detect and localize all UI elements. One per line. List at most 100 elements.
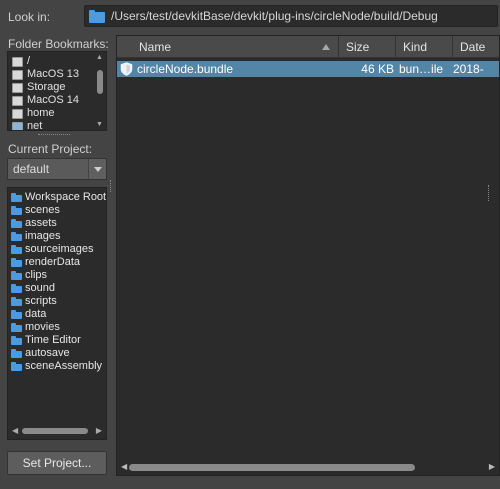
file-list-view[interactable]: Name Size Kind Date circleNode.bundle 46… [116, 35, 500, 476]
bookmark-label: home [27, 107, 55, 119]
folder-label: movies [25, 321, 60, 333]
folder-label: scripts [25, 295, 57, 307]
column-header-kind[interactable]: Kind [396, 36, 453, 58]
folder-icon [89, 9, 105, 23]
bookmark-label: net [27, 120, 43, 131]
folder-item-scenes[interactable]: scenes [8, 204, 106, 217]
set-project-button[interactable]: Set Project... [7, 451, 107, 475]
column-header-label: Size [346, 40, 370, 54]
drive-icon [12, 69, 23, 80]
column-header-label: Name [139, 40, 172, 54]
folder-label: renderData [25, 256, 81, 268]
folder-item-images[interactable]: images [8, 230, 106, 243]
folder-icon [11, 219, 22, 228]
folder-label: images [25, 230, 61, 242]
scrollbar-thumb[interactable] [97, 70, 103, 94]
folder-item-assets[interactable]: assets [8, 217, 106, 230]
file-name-cell: circleNode.bundle [137, 62, 234, 76]
folder-icon [11, 245, 22, 254]
column-header-name[interactable]: Name [117, 36, 339, 58]
folder-label: assets [25, 217, 57, 229]
bookmark-label: MacOS 14 [27, 94, 79, 106]
scroll-up-arrow-icon[interactable]: ▲ [96, 54, 103, 61]
bookmark-item-macos14[interactable]: MacOS 14 [8, 94, 106, 107]
folder-icon [11, 258, 22, 267]
folder-label: data [25, 308, 47, 320]
folder-icon [11, 362, 22, 371]
column-header-size[interactable]: Size [339, 36, 396, 58]
column-header-date[interactable]: Date [453, 36, 499, 58]
column-header-label: Date [460, 40, 486, 54]
scroll-left-arrow-icon[interactable]: ◀ [12, 426, 18, 435]
bookmark-item-home[interactable]: home [8, 107, 106, 120]
file-date-cell: 2018- [453, 62, 484, 76]
bookmark-item-macos13[interactable]: MacOS 13 [8, 68, 106, 81]
folder-item-renderdata[interactable]: renderData [8, 256, 106, 269]
chevron-down-icon [93, 166, 102, 172]
look-in-path-field[interactable]: /Users/test/devkitBase/devkit/plug-ins/c… [84, 5, 498, 27]
scrollbar-thumb[interactable] [22, 428, 88, 434]
folder-icon [11, 206, 22, 215]
folder-icon [11, 297, 22, 306]
column-header-label: Kind [403, 40, 428, 54]
scroll-right-arrow-icon[interactable]: ▶ [489, 462, 495, 471]
folder-label: sourceimages [25, 243, 94, 255]
project-folders-list[interactable]: Workspace Root scenes assets images sour… [7, 187, 107, 440]
folder-item-sourceimages[interactable]: sourceimages [8, 243, 106, 256]
current-project-value: default [13, 162, 50, 176]
file-size-cell: 46 KB [361, 62, 394, 76]
folder-bookmarks-list[interactable]: / MacOS 13 Storage MacOS 14 home net ▲ ▼ [7, 51, 107, 131]
look-in-label: Look in: [8, 10, 51, 24]
folder-label: clips [25, 269, 48, 281]
column-splitter-handle[interactable] [488, 185, 491, 201]
folder-icon [11, 336, 22, 345]
file-list-horizontal-scrollbar[interactable]: ◀ ▶ [117, 461, 499, 473]
folder-label: Time Editor [25, 334, 81, 346]
bookmark-label: Storage [27, 81, 66, 93]
splitter-handle[interactable] [38, 134, 70, 137]
folder-label: scenes [25, 204, 60, 216]
folder-icon [11, 271, 22, 280]
bookmarks-vertical-scrollbar[interactable]: ▲ ▼ [96, 54, 104, 128]
folder-item-data[interactable]: data [8, 308, 106, 321]
scroll-right-arrow-icon[interactable]: ▶ [96, 426, 102, 435]
bookmark-item-storage[interactable]: Storage [8, 81, 106, 94]
folder-item-autosave[interactable]: autosave [8, 347, 106, 360]
current-project-dropdown[interactable]: default [7, 158, 107, 180]
folder-item-movies[interactable]: movies [8, 321, 106, 334]
file-list-header: Name Size Kind Date [117, 36, 499, 58]
folder-icon [11, 349, 22, 358]
folders-horizontal-scrollbar[interactable]: ◀ ▶ [12, 426, 102, 435]
scroll-down-arrow-icon[interactable]: ▼ [96, 121, 103, 128]
folder-item-workspace-root[interactable]: Workspace Root [8, 191, 106, 204]
bookmark-label: / [27, 55, 31, 67]
bookmark-item-net[interactable]: net [8, 120, 106, 131]
dropdown-arrow-button[interactable] [88, 159, 106, 179]
look-in-path-text: /Users/test/devkitBase/devkit/plug-ins/c… [111, 9, 438, 23]
file-row[interactable]: circleNode.bundle 46 KB bun…ile 2018- [117, 61, 499, 77]
folder-icon [11, 284, 22, 293]
bundle-icon [120, 62, 133, 76]
drive-icon [12, 56, 23, 67]
drive-icon [12, 82, 23, 93]
drive-icon [12, 108, 23, 119]
scrollbar-thumb[interactable] [129, 464, 415, 471]
folder-label: Workspace Root [25, 191, 107, 203]
bookmark-item-root[interactable]: / [8, 55, 106, 68]
folder-icon [11, 193, 22, 202]
bookmark-label: MacOS 13 [27, 68, 79, 80]
folder-icon [11, 323, 22, 332]
folder-bookmarks-label: Folder Bookmarks: [8, 37, 109, 51]
folder-item-sound[interactable]: sound [8, 282, 106, 295]
folder-label: sound [25, 282, 55, 294]
scroll-left-arrow-icon[interactable]: ◀ [121, 462, 127, 471]
pane-splitter-handle[interactable] [110, 180, 114, 192]
folder-item-time-editor[interactable]: Time Editor [8, 334, 106, 347]
folder-item-scripts[interactable]: scripts [8, 295, 106, 308]
folder-item-clips[interactable]: clips [8, 269, 106, 282]
folder-item-sceneassembly[interactable]: sceneAssembly [8, 360, 106, 373]
folder-label: autosave [25, 347, 70, 359]
file-kind-cell: bun…ile [399, 62, 444, 76]
current-project-label: Current Project: [8, 142, 93, 156]
network-drive-icon [12, 121, 23, 130]
